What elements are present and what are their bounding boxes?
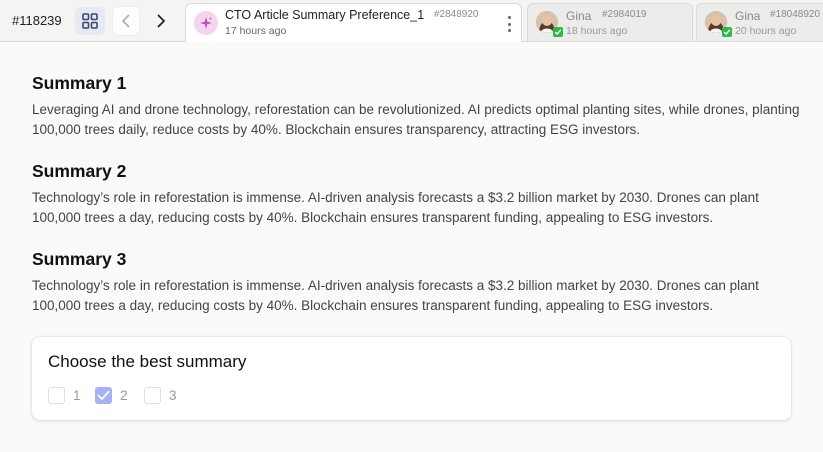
sparkle-icon (194, 11, 218, 35)
summary-title: Summary 2 (32, 161, 127, 181)
tab-time: 18 hours ago (566, 25, 628, 37)
choose-summary-card: Choose the best summary 1 2 3 (32, 337, 791, 420)
tab-number: #18048920 (770, 9, 821, 20)
checkbox-3[interactable] (144, 386, 161, 404)
summary-section-1: Summary 1 Leveraging AI and drone techno… (32, 72, 802, 140)
grid-view-button[interactable] (75, 7, 105, 35)
option-label: 1 (73, 387, 81, 403)
summary-title: Summary 1 (32, 73, 127, 93)
option-2[interactable]: 2 (95, 386, 128, 404)
tab-time: 20 hours ago (735, 25, 797, 37)
tab-cto-article-summary[interactable]: CTO Article Summary Preference_1 #284892… (185, 3, 522, 42)
previous-button[interactable] (112, 6, 140, 36)
more-vertical-icon[interactable] (505, 14, 513, 34)
checkbox-2[interactable] (95, 386, 112, 404)
top-bar: #118239 CTO Article Summary Preference_1… (0, 0, 823, 42)
tab-gina-2984019[interactable]: Gina #2984019 18 hours ago (527, 3, 693, 41)
summary-text: Technology’s role in reforestation is im… (32, 190, 759, 225)
tab-user-name: Gina (566, 9, 592, 23)
summary-title: Summary 3 (32, 249, 127, 269)
chevron-right-icon (157, 14, 165, 28)
checkbox-1[interactable] (48, 386, 65, 404)
next-button[interactable] (147, 6, 175, 36)
option-label: 2 (120, 387, 128, 403)
chevron-left-icon (122, 14, 130, 28)
option-label: 3 (169, 387, 177, 403)
tab-user-name: Gina (735, 9, 761, 23)
check-icon (722, 27, 732, 37)
summary-text: Technology’s role in reforestation is im… (32, 278, 759, 313)
option-1[interactable]: 1 (48, 386, 81, 404)
summary-section-3: Summary 3 Technology’s role in reforesta… (32, 248, 802, 316)
tab-time: 17 hours ago (225, 25, 287, 37)
grid-icon (82, 13, 98, 29)
tab-title: CTO Article Summary Preference_1 (225, 8, 425, 22)
summary-section-2: Summary 2 Technology’s role in reforesta… (32, 160, 802, 228)
choose-title: Choose the best summary (48, 352, 247, 371)
tab-number: #2848920 (434, 9, 479, 20)
task-id: #118239 (12, 13, 62, 28)
check-icon (553, 27, 563, 37)
tab-number: #2984019 (602, 9, 647, 20)
check-icon (97, 390, 110, 400)
summary-text: Leveraging AI and drone technology, refo… (32, 102, 800, 137)
option-3[interactable]: 3 (144, 386, 177, 404)
tab-gina-18048920[interactable]: Gina #18048920 20 hours ago (696, 3, 823, 41)
